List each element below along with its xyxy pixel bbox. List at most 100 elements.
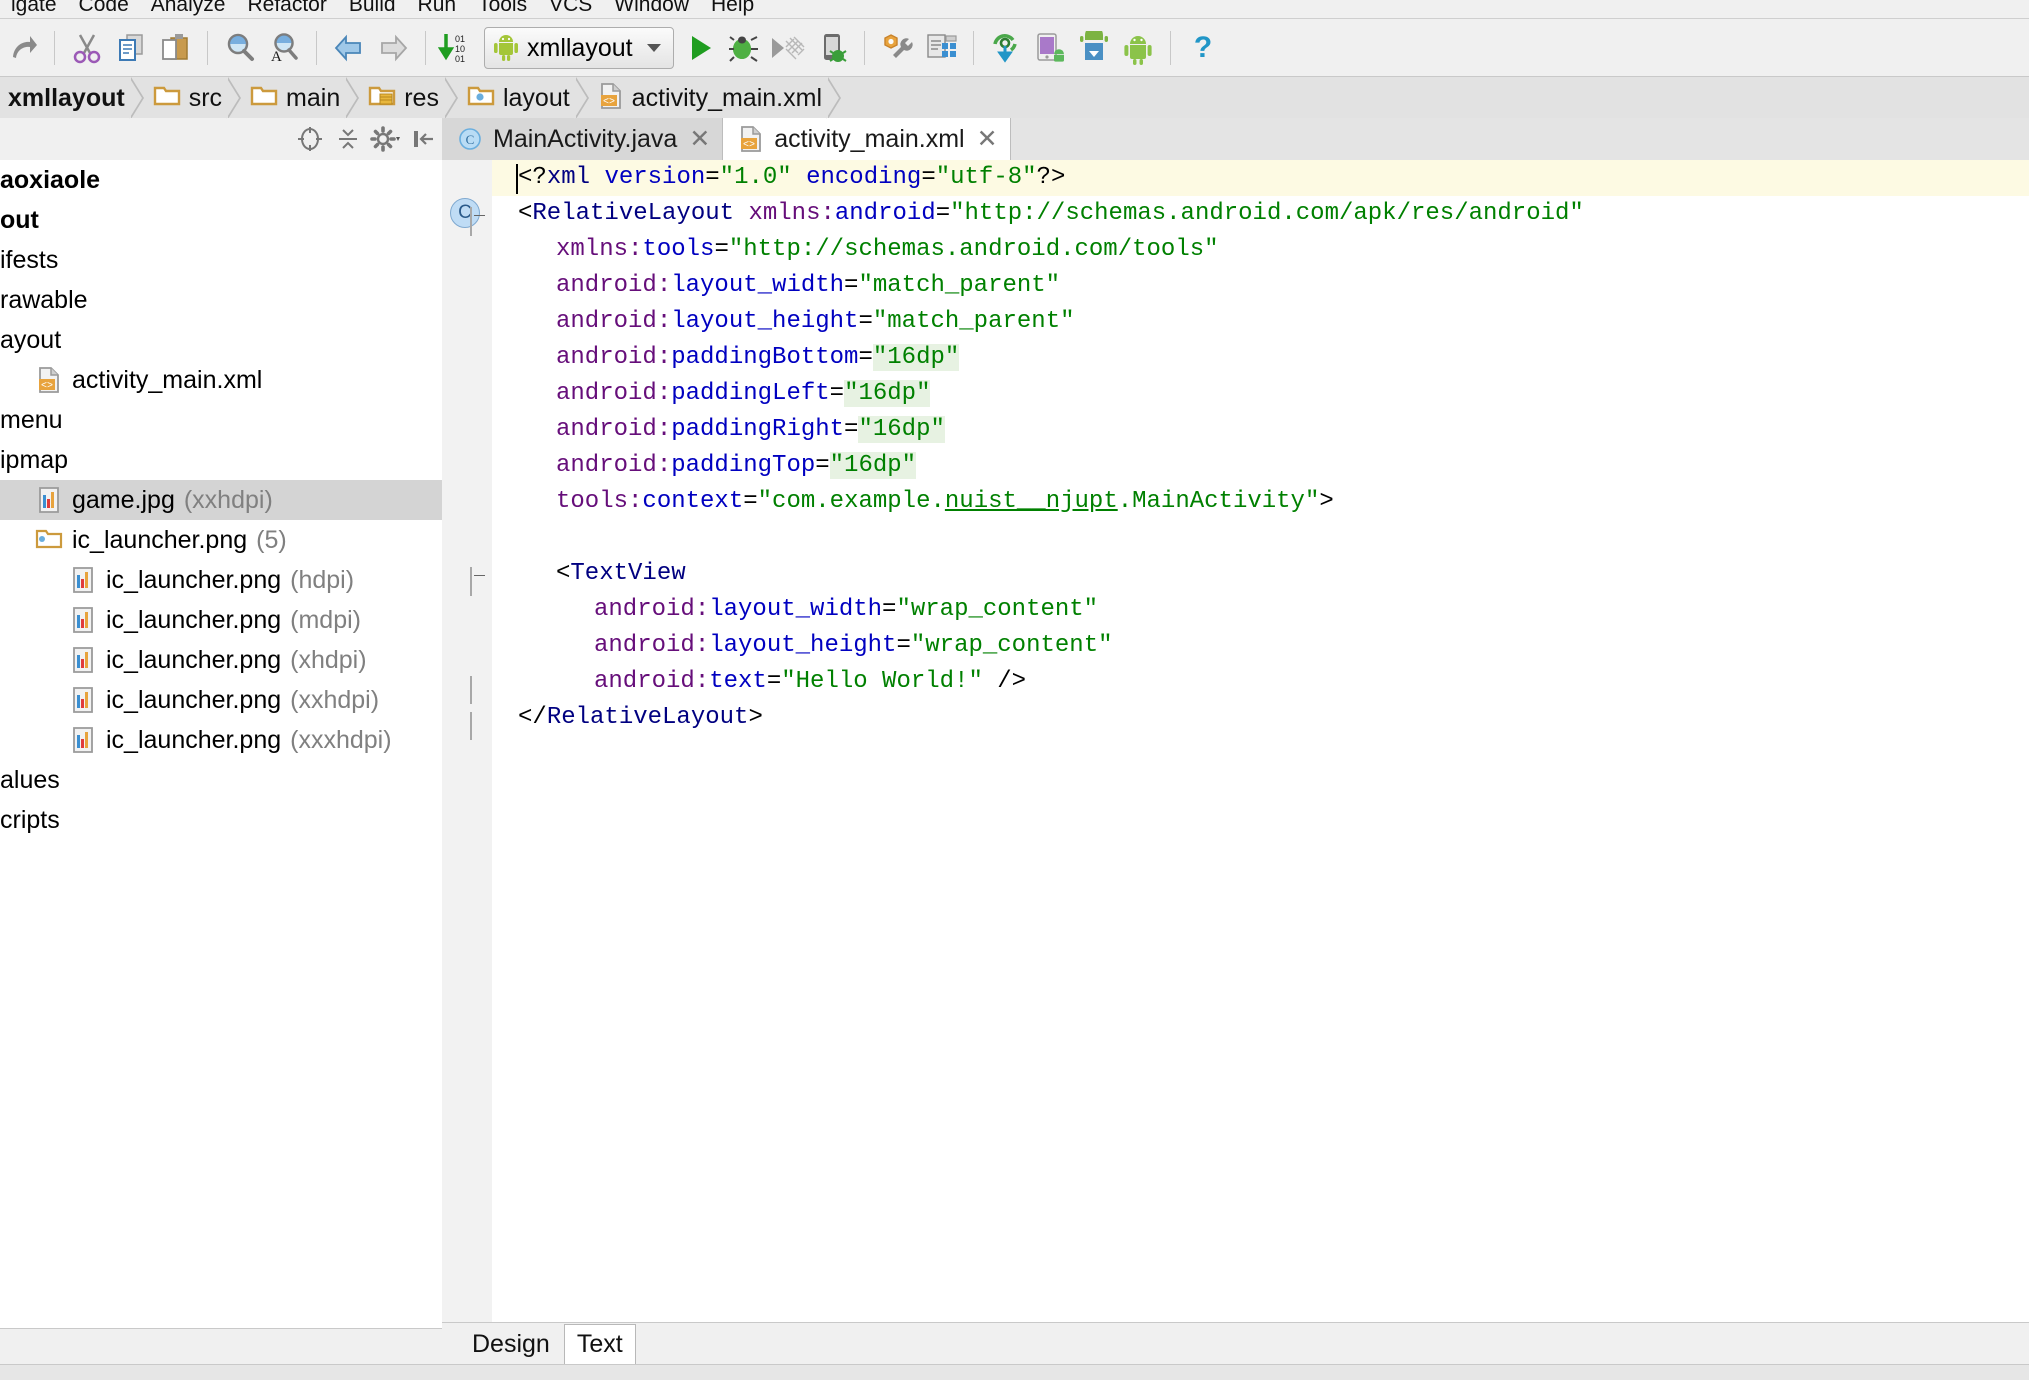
breadcrumb-item-layout[interactable]: layout — [459, 77, 576, 119]
code-token: .MainActivity" — [1117, 488, 1320, 515]
android-device-debug-icon[interactable] — [810, 26, 854, 70]
menu-item-build[interactable]: Build — [338, 0, 407, 18]
tree-item-out[interactable]: out — [0, 200, 442, 240]
code-fold-toggle-icon[interactable] — [470, 564, 490, 596]
breadcrumb-item-src[interactable]: src — [145, 77, 228, 119]
tree-item-menu[interactable]: menu — [0, 400, 442, 440]
code-line[interactable]: android:layout_height="wrap_content" — [492, 628, 2029, 664]
close-icon[interactable]: ✕ — [689, 126, 710, 152]
code-line[interactable]: android:paddingRight="16dp" — [492, 412, 2029, 448]
code-fold-toggle-icon[interactable] — [470, 204, 490, 236]
paste-icon[interactable] — [153, 26, 197, 70]
tab-mainactivity-java[interactable]: C MainActivity.java ✕ — [442, 118, 724, 160]
code-line[interactable]: android:paddingLeft="16dp" — [492, 376, 2029, 412]
menu-item-refactor[interactable]: Refactor — [236, 0, 337, 18]
tab-text[interactable]: Text — [563, 1324, 636, 1365]
code-line[interactable]: android:layout_width="match_parent" — [492, 268, 2029, 304]
code-token: encoding — [806, 164, 922, 191]
tree-item-label: menu — [0, 405, 63, 434]
coverage-icon[interactable] — [766, 26, 810, 70]
menu-item-window[interactable]: Window — [603, 0, 700, 18]
tree-item-activity-main-xml[interactable]: <> activity_main.xml — [0, 360, 442, 400]
code-token: = — [858, 308, 873, 335]
code-line[interactable] — [492, 520, 2029, 556]
gradle-sync-icon[interactable] — [984, 26, 1028, 70]
breadcrumb-item-main[interactable]: main — [242, 77, 346, 119]
tree-item-aoxiaole[interactable]: aoxiaole — [0, 160, 442, 200]
debug-icon[interactable] — [722, 26, 766, 70]
breadcrumb-separator — [344, 77, 360, 119]
menu-item-vcs[interactable]: VCS — [538, 0, 603, 18]
cut-icon[interactable] — [65, 26, 109, 70]
breadcrumb-item-xmllayout[interactable]: xmllayout — [0, 77, 131, 119]
forward-icon[interactable] — [371, 26, 415, 70]
tab-design[interactable]: Design — [460, 1325, 562, 1365]
locate-target-icon[interactable] — [292, 121, 328, 157]
sdk-manager-icon[interactable] — [875, 26, 919, 70]
tree-item-ipmap[interactable]: ipmap — [0, 440, 442, 480]
code-line[interactable]: android:layout_width="wrap_content" — [492, 592, 2029, 628]
code-token: paddingTop — [671, 452, 816, 479]
code-editor[interactable]: C <?xml version="1.0" encoding="utf-8"?>… — [442, 160, 2029, 1322]
code-line[interactable]: <TextView — [470, 556, 2029, 596]
tree-item-ifests[interactable]: ifests — [0, 240, 442, 280]
redo-icon[interactable] — [0, 26, 44, 70]
settings-gear-icon[interactable] — [368, 121, 404, 157]
tree-item-rawable[interactable]: rawable — [0, 280, 442, 320]
hide-panel-icon[interactable] — [406, 121, 442, 157]
run-configuration-selector[interactable]: xmllayout — [484, 27, 674, 69]
code-line[interactable]: <?xml version="1.0" encoding="utf-8"?> — [492, 160, 2029, 196]
tree-item-cripts[interactable]: cripts — [0, 800, 442, 840]
tree-item-label: ic_launcher.png — [106, 725, 282, 754]
code-line[interactable]: android:paddingBottom="16dp" — [492, 340, 2029, 376]
tree-item-ic-launcher-png[interactable]: ic_launcher.png (5) — [0, 520, 442, 560]
menu-item-code[interactable]: Code — [68, 0, 140, 18]
help-icon[interactable]: ? — [1181, 26, 1225, 70]
tree-item-ic-launcher-png[interactable]: ic_launcher.png (hdpi) — [0, 560, 442, 600]
code-token: "match_parent" — [872, 308, 1075, 335]
update-project-icon[interactable]: 01 10 01 — [436, 26, 480, 70]
tree-item-alues[interactable]: alues — [0, 760, 442, 800]
code-fold-end-icon[interactable] — [470, 672, 490, 704]
breadcrumb-item-activity-main-xml[interactable]: <> activity_main.xml — [590, 77, 828, 119]
android-icon[interactable] — [1116, 26, 1160, 70]
code-line[interactable]: android:layout_height="match_parent" — [492, 304, 2029, 340]
back-icon[interactable] — [327, 26, 371, 70]
project-tree[interactable]: aoxiaole out ifests rawable ayout <> activity_… — [0, 160, 443, 1328]
code-line[interactable]: tools:context="com.example.nuist__njupt.… — [492, 484, 2029, 520]
code-fold-end-icon[interactable] — [470, 708, 490, 740]
replace-icon[interactable]: A — [262, 26, 306, 70]
code-line[interactable]: </RelativeLayout> — [470, 700, 2029, 740]
toolbar-separator — [207, 31, 208, 65]
menu-item-run[interactable]: Run — [407, 0, 468, 18]
breadcrumb-item-res[interactable]: res — [360, 77, 445, 119]
android-device-monitor-icon[interactable] — [1028, 26, 1072, 70]
run-icon[interactable] — [678, 26, 722, 70]
code-line[interactable]: <RelativeLayout xmlns:android="http://sc… — [470, 196, 2029, 236]
collapse-all-icon[interactable] — [330, 121, 366, 157]
tree-item-ayout[interactable]: ayout — [0, 320, 442, 360]
code-content[interactable]: <?xml version="1.0" encoding="utf-8"?> <R… — [470, 160, 2029, 1322]
menu-item-navigate[interactable]: igate — [0, 0, 68, 18]
editor-gutter[interactable]: C — [442, 160, 493, 1322]
find-icon[interactable] — [218, 26, 262, 70]
tree-item-ic-launcher-png[interactable]: ic_launcher.png (xxxhdpi) — [0, 720, 442, 760]
menu-item-help[interactable]: Help — [700, 0, 765, 18]
sdk-download-icon[interactable] — [1072, 26, 1116, 70]
code-token: paddingBottom — [671, 344, 859, 371]
avd-manager-icon[interactable] — [919, 26, 963, 70]
menu-item-analyze[interactable]: Analyze — [140, 0, 237, 18]
code-line[interactable]: android:text="Hello World!" /> — [470, 664, 2029, 704]
code-line[interactable]: android:paddingTop="16dp" — [492, 448, 2029, 484]
menu-item-tools[interactable]: Tools — [467, 0, 538, 18]
close-icon[interactable]: ✕ — [977, 126, 998, 152]
tree-item-game-jpg[interactable]: game.jpg (xxhdpi) — [0, 480, 442, 520]
tree-item-ic-launcher-png[interactable]: ic_launcher.png (xhdpi) — [0, 640, 442, 680]
tree-item-ic-launcher-png[interactable]: ic_launcher.png (mdpi) — [0, 600, 442, 640]
copy-icon[interactable] — [109, 26, 153, 70]
chevron-down-icon[interactable] — [646, 44, 661, 52]
tree-item-ic-launcher-png[interactable]: ic_launcher.png (xxhdpi) — [0, 680, 442, 720]
code-token: xmlns: — [748, 200, 835, 227]
tab-activity-main-xml[interactable]: <> activity_main.xml ✕ — [723, 118, 1011, 160]
code-line[interactable]: xmlns:tools="http://schemas.android.com/… — [492, 232, 2029, 268]
